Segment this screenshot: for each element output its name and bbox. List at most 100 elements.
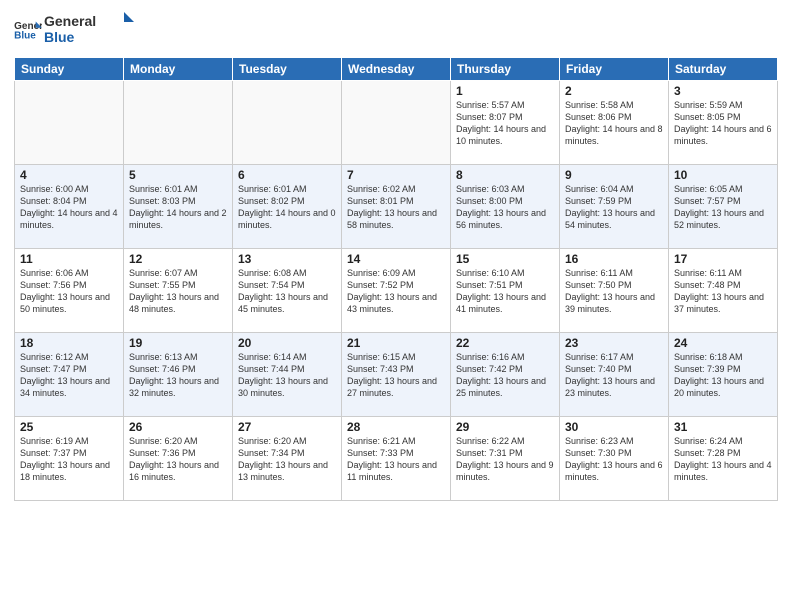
day-cell: 7Sunrise: 6:02 AM Sunset: 8:01 PM Daylig… (342, 164, 451, 248)
day-cell: 20Sunrise: 6:14 AM Sunset: 7:44 PM Dayli… (233, 332, 342, 416)
day-cell: 22Sunrise: 6:16 AM Sunset: 7:42 PM Dayli… (451, 332, 560, 416)
svg-text:General: General (44, 13, 96, 29)
day-info: Sunrise: 6:21 AM Sunset: 7:33 PM Dayligh… (347, 435, 445, 484)
week-row-1: 1Sunrise: 5:57 AM Sunset: 8:07 PM Daylig… (15, 80, 778, 164)
day-number: 3 (674, 84, 772, 98)
day-number: 26 (129, 420, 227, 434)
day-number: 10 (674, 168, 772, 182)
day-info: Sunrise: 6:07 AM Sunset: 7:55 PM Dayligh… (129, 267, 227, 316)
day-number: 25 (20, 420, 118, 434)
day-info: Sunrise: 6:05 AM Sunset: 7:57 PM Dayligh… (674, 183, 772, 232)
day-cell: 15Sunrise: 6:10 AM Sunset: 7:51 PM Dayli… (451, 248, 560, 332)
day-cell: 21Sunrise: 6:15 AM Sunset: 7:43 PM Dayli… (342, 332, 451, 416)
logo-text: General Blue (44, 10, 134, 51)
day-number: 5 (129, 168, 227, 182)
day-cell: 26Sunrise: 6:20 AM Sunset: 7:36 PM Dayli… (124, 416, 233, 500)
day-info: Sunrise: 6:10 AM Sunset: 7:51 PM Dayligh… (456, 267, 554, 316)
day-info: Sunrise: 6:11 AM Sunset: 7:50 PM Dayligh… (565, 267, 663, 316)
day-info: Sunrise: 6:01 AM Sunset: 8:02 PM Dayligh… (238, 183, 336, 232)
day-cell: 4Sunrise: 6:00 AM Sunset: 8:04 PM Daylig… (15, 164, 124, 248)
weekday-header-row: SundayMondayTuesdayWednesdayThursdayFrid… (15, 57, 778, 80)
day-number: 28 (347, 420, 445, 434)
day-info: Sunrise: 6:18 AM Sunset: 7:39 PM Dayligh… (674, 351, 772, 400)
day-cell: 18Sunrise: 6:12 AM Sunset: 7:47 PM Dayli… (15, 332, 124, 416)
day-number: 24 (674, 336, 772, 350)
weekday-tuesday: Tuesday (233, 57, 342, 80)
day-cell: 25Sunrise: 6:19 AM Sunset: 7:37 PM Dayli… (15, 416, 124, 500)
day-info: Sunrise: 6:00 AM Sunset: 8:04 PM Dayligh… (20, 183, 118, 232)
day-number: 21 (347, 336, 445, 350)
day-cell: 30Sunrise: 6:23 AM Sunset: 7:30 PM Dayli… (560, 416, 669, 500)
day-cell: 29Sunrise: 6:22 AM Sunset: 7:31 PM Dayli… (451, 416, 560, 500)
day-cell: 5Sunrise: 6:01 AM Sunset: 8:03 PM Daylig… (124, 164, 233, 248)
day-cell: 6Sunrise: 6:01 AM Sunset: 8:02 PM Daylig… (233, 164, 342, 248)
day-number: 14 (347, 252, 445, 266)
week-row-5: 25Sunrise: 6:19 AM Sunset: 7:37 PM Dayli… (15, 416, 778, 500)
day-cell (233, 80, 342, 164)
day-cell: 13Sunrise: 6:08 AM Sunset: 7:54 PM Dayli… (233, 248, 342, 332)
day-info: Sunrise: 6:02 AM Sunset: 8:01 PM Dayligh… (347, 183, 445, 232)
day-info: Sunrise: 5:59 AM Sunset: 8:05 PM Dayligh… (674, 99, 772, 148)
day-info: Sunrise: 6:20 AM Sunset: 7:36 PM Dayligh… (129, 435, 227, 484)
day-cell (342, 80, 451, 164)
day-number: 20 (238, 336, 336, 350)
day-cell: 12Sunrise: 6:07 AM Sunset: 7:55 PM Dayli… (124, 248, 233, 332)
day-info: Sunrise: 6:11 AM Sunset: 7:48 PM Dayligh… (674, 267, 772, 316)
day-info: Sunrise: 6:17 AM Sunset: 7:40 PM Dayligh… (565, 351, 663, 400)
week-row-4: 18Sunrise: 6:12 AM Sunset: 7:47 PM Dayli… (15, 332, 778, 416)
day-number: 29 (456, 420, 554, 434)
weekday-sunday: Sunday (15, 57, 124, 80)
day-cell: 17Sunrise: 6:11 AM Sunset: 7:48 PM Dayli… (669, 248, 778, 332)
day-number: 12 (129, 252, 227, 266)
day-info: Sunrise: 5:57 AM Sunset: 8:07 PM Dayligh… (456, 99, 554, 148)
day-cell: 28Sunrise: 6:21 AM Sunset: 7:33 PM Dayli… (342, 416, 451, 500)
day-number: 15 (456, 252, 554, 266)
day-cell: 16Sunrise: 6:11 AM Sunset: 7:50 PM Dayli… (560, 248, 669, 332)
day-info: Sunrise: 6:14 AM Sunset: 7:44 PM Dayligh… (238, 351, 336, 400)
day-info: Sunrise: 6:08 AM Sunset: 7:54 PM Dayligh… (238, 267, 336, 316)
day-info: Sunrise: 6:24 AM Sunset: 7:28 PM Dayligh… (674, 435, 772, 484)
day-cell (124, 80, 233, 164)
svg-text:Blue: Blue (14, 31, 36, 41)
day-number: 16 (565, 252, 663, 266)
day-info: Sunrise: 5:58 AM Sunset: 8:06 PM Dayligh… (565, 99, 663, 148)
day-info: Sunrise: 6:04 AM Sunset: 7:59 PM Dayligh… (565, 183, 663, 232)
day-number: 27 (238, 420, 336, 434)
weekday-friday: Friday (560, 57, 669, 80)
day-cell (15, 80, 124, 164)
day-number: 2 (565, 84, 663, 98)
day-number: 31 (674, 420, 772, 434)
day-info: Sunrise: 6:15 AM Sunset: 7:43 PM Dayligh… (347, 351, 445, 400)
day-number: 7 (347, 168, 445, 182)
day-cell: 11Sunrise: 6:06 AM Sunset: 7:56 PM Dayli… (15, 248, 124, 332)
day-cell: 3Sunrise: 5:59 AM Sunset: 8:05 PM Daylig… (669, 80, 778, 164)
day-number: 4 (20, 168, 118, 182)
day-number: 13 (238, 252, 336, 266)
svg-text:Blue: Blue (44, 29, 75, 45)
day-info: Sunrise: 6:06 AM Sunset: 7:56 PM Dayligh… (20, 267, 118, 316)
day-cell: 9Sunrise: 6:04 AM Sunset: 7:59 PM Daylig… (560, 164, 669, 248)
day-number: 9 (565, 168, 663, 182)
day-number: 17 (674, 252, 772, 266)
day-info: Sunrise: 6:13 AM Sunset: 7:46 PM Dayligh… (129, 351, 227, 400)
weekday-saturday: Saturday (669, 57, 778, 80)
day-number: 1 (456, 84, 554, 98)
day-info: Sunrise: 6:22 AM Sunset: 7:31 PM Dayligh… (456, 435, 554, 484)
day-cell: 2Sunrise: 5:58 AM Sunset: 8:06 PM Daylig… (560, 80, 669, 164)
day-info: Sunrise: 6:20 AM Sunset: 7:34 PM Dayligh… (238, 435, 336, 484)
day-cell: 31Sunrise: 6:24 AM Sunset: 7:28 PM Dayli… (669, 416, 778, 500)
day-info: Sunrise: 6:01 AM Sunset: 8:03 PM Dayligh… (129, 183, 227, 232)
header: General Blue General Blue (14, 10, 778, 51)
logo-icon: General Blue (14, 20, 42, 40)
day-info: Sunrise: 6:12 AM Sunset: 7:47 PM Dayligh… (20, 351, 118, 400)
day-number: 18 (20, 336, 118, 350)
day-number: 23 (565, 336, 663, 350)
day-cell: 27Sunrise: 6:20 AM Sunset: 7:34 PM Dayli… (233, 416, 342, 500)
day-number: 6 (238, 168, 336, 182)
day-info: Sunrise: 6:23 AM Sunset: 7:30 PM Dayligh… (565, 435, 663, 484)
day-number: 11 (20, 252, 118, 266)
weekday-thursday: Thursday (451, 57, 560, 80)
day-info: Sunrise: 6:19 AM Sunset: 7:37 PM Dayligh… (20, 435, 118, 484)
day-number: 19 (129, 336, 227, 350)
week-row-3: 11Sunrise: 6:06 AM Sunset: 7:56 PM Dayli… (15, 248, 778, 332)
